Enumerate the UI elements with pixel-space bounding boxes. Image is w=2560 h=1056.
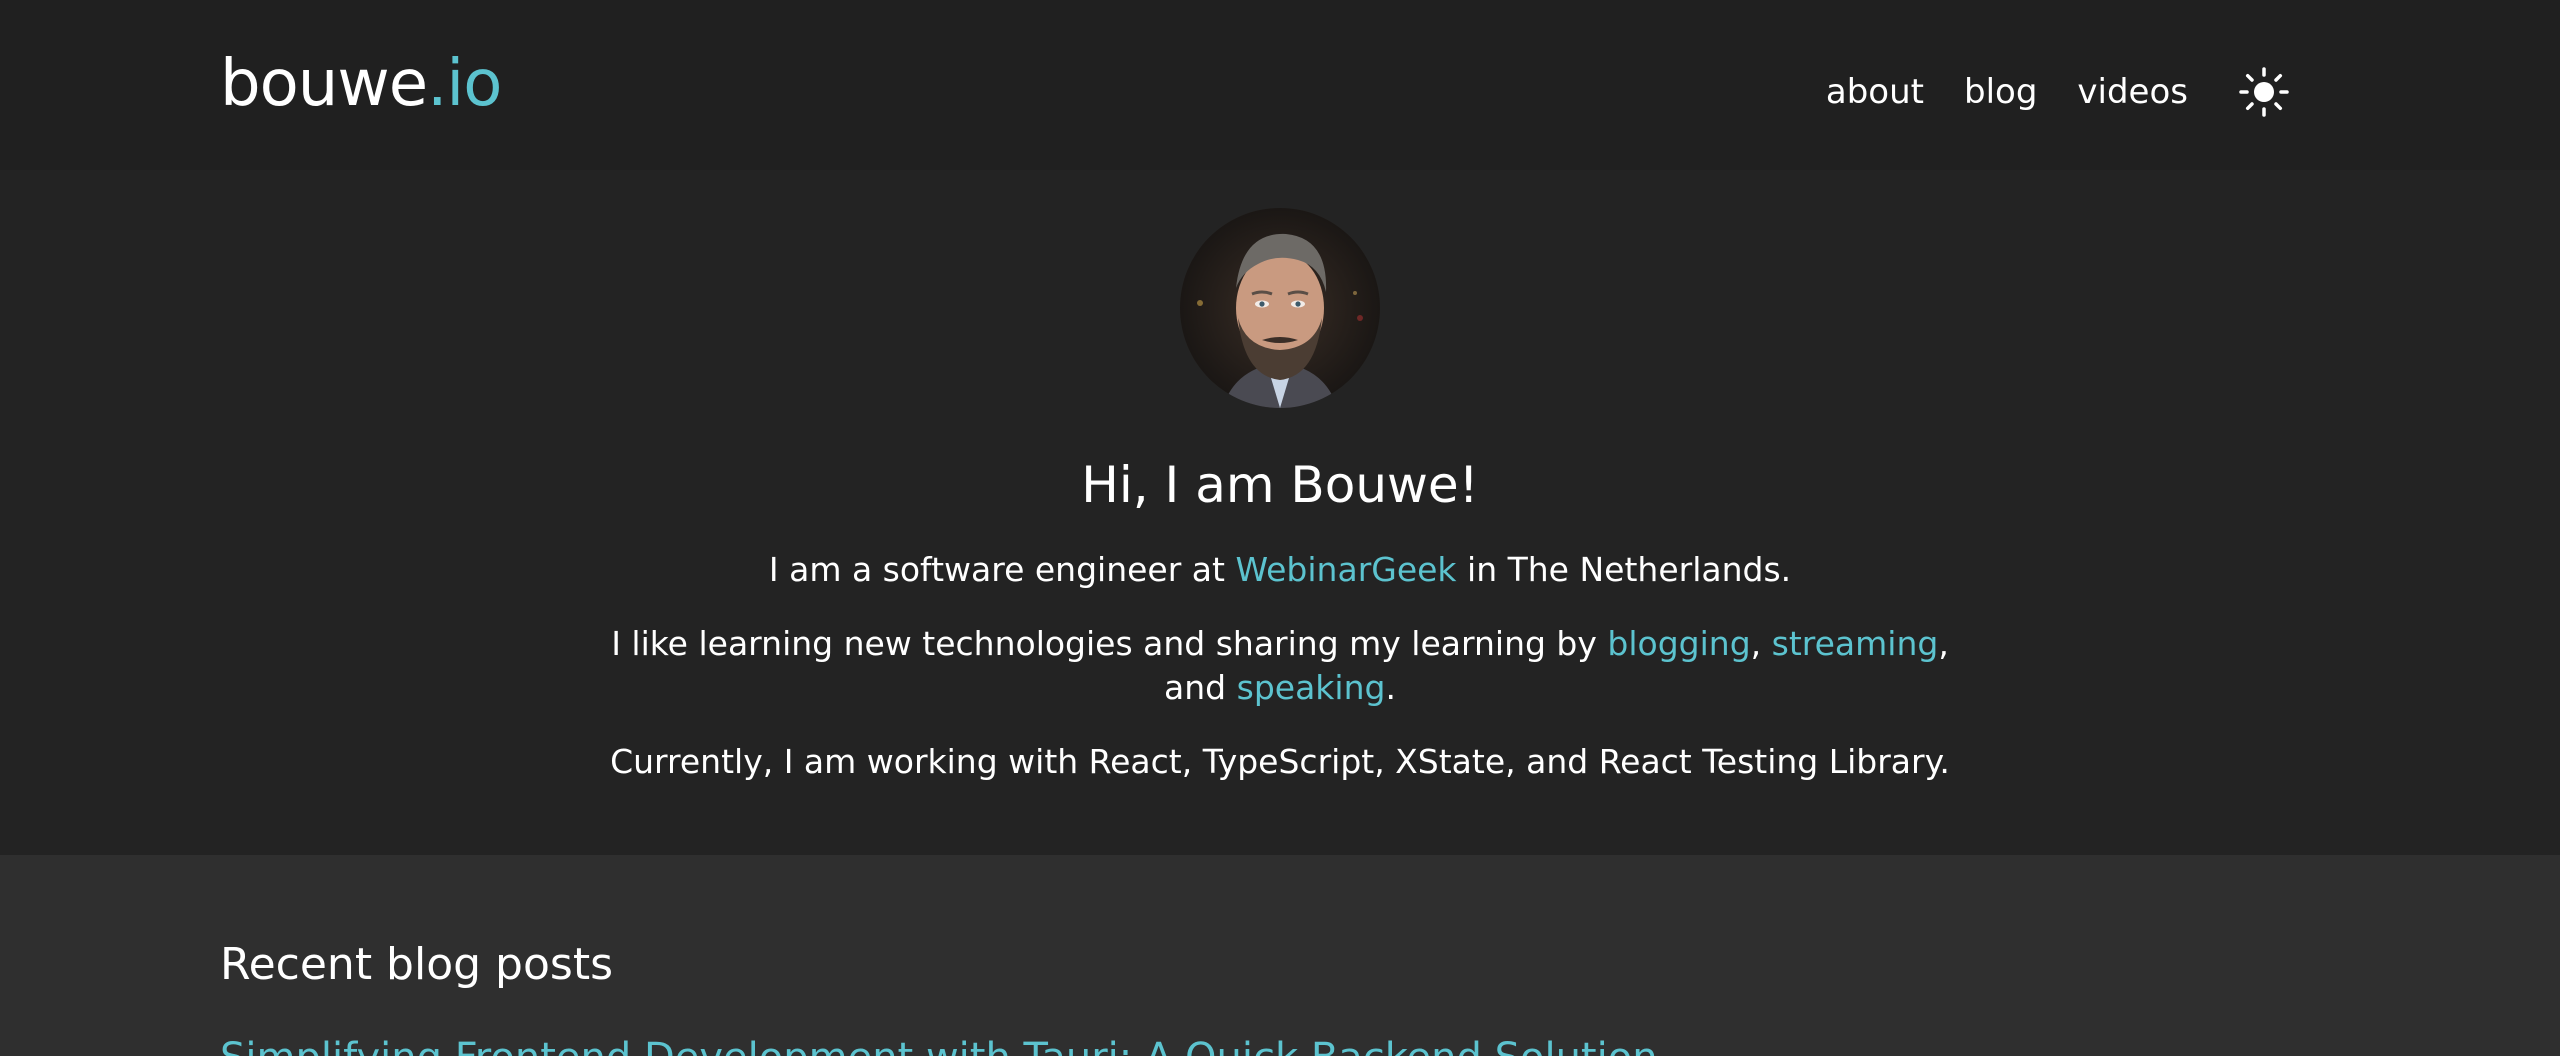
logo-accent: .io bbox=[427, 47, 502, 121]
and-text: and bbox=[1164, 668, 1237, 707]
nav-blog-link[interactable]: blog bbox=[1964, 62, 2037, 122]
profile-photo bbox=[1180, 208, 1380, 408]
sun-icon bbox=[2239, 67, 2289, 117]
intro-job-text: I am a software engineer at bbox=[768, 550, 1236, 589]
nav-videos-link[interactable]: videos bbox=[2077, 62, 2188, 122]
intro-headline: Hi, I am Bouwe! bbox=[1081, 456, 1479, 514]
main-nav: about blog videos bbox=[1826, 62, 2290, 122]
comma-separator: , bbox=[1938, 624, 1949, 663]
blog-post-link[interactable]: Simplifying Frontend Development with Ta… bbox=[220, 1030, 1658, 1056]
nav-about-link[interactable]: about bbox=[1826, 62, 1924, 122]
speaking-link[interactable]: speaking bbox=[1237, 668, 1386, 707]
recent-posts-heading: Recent blog posts bbox=[220, 939, 613, 990]
logo-main: bouwe bbox=[220, 47, 428, 121]
site-logo[interactable]: bouwe.io bbox=[220, 40, 502, 128]
intro-paragraph-job: I am a software engineer at WebinarGeek … bbox=[580, 548, 1980, 592]
intro-section: Hi, I am Bouwe! I am a software engineer… bbox=[0, 170, 2560, 855]
intro-paragraph-sharing: I like learning new technologies and sha… bbox=[580, 622, 1980, 710]
intro-location-text: in The Netherlands. bbox=[1456, 550, 1792, 589]
avatar bbox=[1180, 208, 1380, 408]
site-header: bouwe.io about blog videos bbox=[0, 0, 2560, 170]
intro-paragraph-tech: Currently, I am working with React, Type… bbox=[610, 742, 1950, 781]
recent-posts-section: Recent blog posts Simplifying Frontend D… bbox=[0, 855, 2560, 1056]
intro-sharing-text: I like learning new technologies and sha… bbox=[611, 624, 1608, 663]
blogging-link[interactable]: blogging bbox=[1607, 624, 1750, 663]
webinargeek-link[interactable]: WebinarGeek bbox=[1235, 550, 1456, 589]
comma-separator: , bbox=[1750, 624, 1772, 663]
streaming-link[interactable]: streaming bbox=[1772, 624, 1939, 663]
period: . bbox=[1385, 668, 1396, 707]
theme-toggle-button[interactable] bbox=[2238, 66, 2290, 118]
